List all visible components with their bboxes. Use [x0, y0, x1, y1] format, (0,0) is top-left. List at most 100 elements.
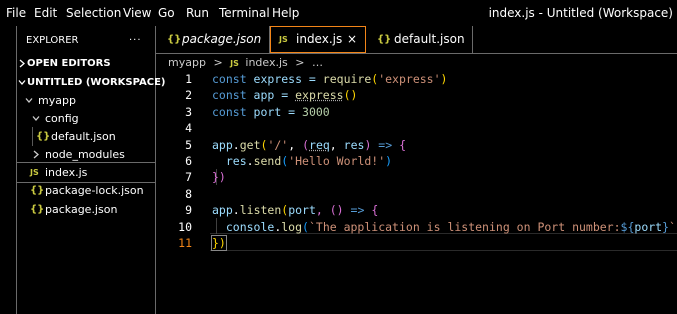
- tree-item-label: package.json: [45, 203, 118, 216]
- open-editors-label: OPEN EDITORS: [27, 58, 111, 69]
- tab-label: package.json: [182, 32, 262, 46]
- menu-edit[interactable]: Edit: [34, 0, 57, 26]
- token-punctuation: ,: [329, 137, 344, 152]
- open-editors-section[interactable]: OPEN EDITORS: [17, 54, 155, 73]
- line-number: 2: [185, 88, 192, 103]
- line-number: 9: [185, 203, 192, 218]
- indent-guide: [32, 127, 33, 146]
- token-variable: express =: [246, 72, 323, 86]
- code-editor[interactable]: 1 2 3 4 5 6 7 8 9 10 11 const express = …: [156, 71, 677, 314]
- token-bracket: ): [364, 137, 379, 152]
- token-string: 'express': [378, 72, 441, 86]
- code-line-11: }): [211, 235, 227, 251]
- tree-item-package-lock-json[interactable]: {} package-lock.json: [17, 181, 155, 200]
- token-arrow: =>: [378, 137, 393, 152]
- line-number: 4: [185, 121, 192, 136]
- token-keyword: const: [212, 72, 247, 86]
- token-variable: port: [634, 219, 663, 234]
- breadcrumb-folder[interactable]: myapp: [168, 56, 206, 69]
- token-string: '/': [267, 137, 289, 152]
- breadcrumb-separator: >: [213, 56, 223, 69]
- menu-view[interactable]: View: [123, 0, 151, 26]
- json-file-icon: {}: [36, 131, 51, 142]
- tab-label: index.js: [296, 32, 343, 46]
- menu-selection[interactable]: Selection: [66, 0, 121, 26]
- line-number: 1: [185, 72, 192, 86]
- code-line-1: const express = require('express'): [212, 71, 447, 87]
- token-bracket: (: [302, 219, 309, 234]
- tree-item-label: myapp: [38, 94, 76, 107]
- token-bracket: (: [302, 137, 310, 152]
- menu-run[interactable]: Run: [186, 0, 209, 26]
- token-keyword: const: [212, 104, 247, 119]
- js-file-icon: JS: [30, 168, 39, 177]
- breadcrumb-file[interactable]: index.js: [245, 56, 287, 69]
- tree-item-label: config: [45, 112, 79, 125]
- token-punctuation: .: [232, 203, 240, 218]
- token-bracket: ): [385, 154, 393, 168]
- tree-item-config[interactable]: config: [17, 109, 155, 128]
- token-variable: app: [212, 203, 233, 218]
- token-variable: res: [212, 154, 247, 168]
- token-function: require: [322, 72, 372, 86]
- menu-bar: File Edit Selection View Go Run Terminal…: [0, 0, 677, 26]
- code-line-3: const port = 3000: [212, 104, 330, 120]
- tree-item-myapp[interactable]: myapp: [17, 91, 155, 110]
- menu-file[interactable]: File: [6, 0, 26, 26]
- tree-item-node-modules[interactable]: node_modules: [17, 145, 155, 164]
- editor-tab-bar: {} package.json JS index.js × {} default…: [156, 26, 677, 54]
- tab-default-json[interactable]: {} default.json: [366, 26, 473, 53]
- token-bracket: {: [392, 137, 407, 152]
- code-line-7: }): [212, 169, 226, 185]
- json-file-icon: {}: [167, 34, 182, 45]
- explorer-header: EXPLORER ···: [17, 31, 155, 50]
- token-function: express: [295, 88, 344, 103]
- token-variable: port =: [246, 104, 303, 119]
- explorer-sidebar: EXPLORER ··· OPEN EDITORS UNTITLED (WORK…: [16, 26, 165, 314]
- tree-item-label: package-lock.json: [45, 184, 144, 197]
- line-number: 3: [185, 104, 192, 119]
- line-number-current: 11: [178, 236, 192, 250]
- breadcrumb-symbol[interactable]: …: [312, 56, 323, 69]
- token-keyword: const: [212, 88, 247, 103]
- token-variable: console: [212, 219, 275, 234]
- token-template-string: `: [669, 219, 676, 234]
- token-punctuation: , (): [315, 203, 351, 218]
- code-line-6: res.send('Hello World!'): [212, 153, 392, 169]
- tree-item-default-json[interactable]: {} default.json: [17, 127, 155, 146]
- line-number: 6: [185, 154, 192, 168]
- current-line-highlight: [210, 233, 677, 251]
- token-bracket: {: [364, 203, 379, 218]
- token-arrow: =>: [350, 203, 365, 218]
- token-string: 'Hello World!': [288, 154, 386, 168]
- token-parameter: res: [343, 137, 365, 152]
- code-line-10: console.log(`The application is listenin…: [212, 219, 677, 235]
- activity-bar: [0, 26, 17, 314]
- menu-terminal[interactable]: Terminal: [219, 0, 270, 26]
- tree-item-index-js[interactable]: JS index.js: [16, 162, 156, 183]
- workspace-label: UNTITLED (WORKSPACE): [27, 77, 166, 88]
- chevron-right-icon: [18, 54, 26, 73]
- more-actions-icon[interactable]: ···: [129, 31, 142, 50]
- token-punctuation: ,: [288, 137, 303, 152]
- token-bracket: }): [212, 170, 226, 185]
- tree-item-label: index.js: [45, 166, 88, 179]
- line-number: 7: [185, 170, 192, 185]
- json-file-icon: {}: [377, 34, 392, 45]
- token-function: get: [239, 137, 261, 152]
- token-punctuation: .: [246, 154, 254, 168]
- token-template-expr: ${: [620, 219, 635, 234]
- tree-item-label: node_modules: [45, 148, 125, 161]
- line-number: 8: [185, 186, 192, 201]
- close-icon[interactable]: ×: [347, 27, 357, 52]
- token-variable: port: [288, 203, 316, 218]
- tab-package-json[interactable]: {} package.json: [156, 26, 270, 53]
- menu-go[interactable]: Go: [158, 0, 175, 26]
- tree-item-package-json[interactable]: {} package.json: [17, 200, 155, 219]
- menu-help[interactable]: Help: [272, 0, 299, 26]
- workspace-section[interactable]: UNTITLED (WORKSPACE): [17, 73, 165, 92]
- tab-index-js[interactable]: JS index.js ×: [270, 26, 366, 53]
- tab-label: default.json: [394, 32, 465, 46]
- token-parameter: req: [309, 137, 330, 152]
- breadcrumb-separator: >: [295, 56, 305, 69]
